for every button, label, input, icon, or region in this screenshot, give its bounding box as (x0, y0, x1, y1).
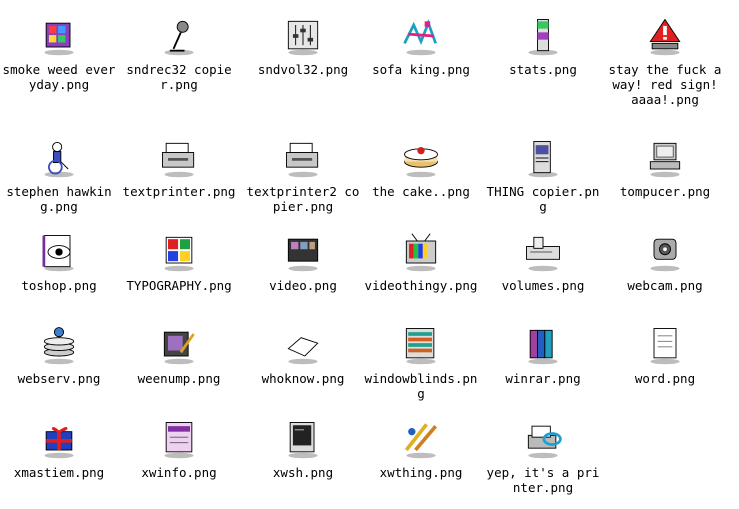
info-window-icon (164, 422, 194, 459)
file-label: windowblinds.png (364, 371, 478, 401)
red-warning-sign-icon (649, 18, 681, 56)
file-item[interactable]: videothingy.png (362, 230, 480, 293)
tv-icon (405, 233, 437, 272)
file-item[interactable]: sndrec32 copier.png (120, 14, 238, 92)
file-item[interactable]: TYPOGRAPHY.png (120, 230, 238, 293)
file-label: whoknow.png (261, 371, 345, 386)
file-label: tompucer.png (619, 184, 711, 199)
tower-device-icon (528, 141, 558, 178)
file-item[interactable]: webserv.png (0, 323, 118, 386)
server-stack-icon (43, 327, 75, 365)
file-item[interactable]: xwinfo.png (120, 417, 238, 480)
drive-icon (526, 236, 560, 272)
file-label: toshop.png (21, 278, 97, 293)
file-item[interactable]: weenump.png (120, 323, 238, 386)
window-blinds-icon (405, 328, 436, 365)
file-label: textprinter2 copier.png (246, 184, 360, 214)
gift-icon (44, 427, 74, 459)
file-item[interactable]: smoke weed everyday.png (0, 14, 118, 92)
file-label: webserv.png (17, 371, 101, 386)
file-item[interactable]: xmastiem.png (0, 417, 118, 480)
file-item[interactable]: toshop.png (0, 230, 118, 293)
microphone-icon (164, 20, 194, 56)
cake-icon (404, 147, 438, 178)
file-label: sndrec32 copier.png (126, 62, 232, 92)
file-label: sofa king.png (372, 62, 470, 77)
file-label: smoke weed everyday.png (2, 62, 116, 92)
file-label: yep, it's a printer.png (486, 465, 600, 495)
file-item[interactable]: tompucer.png (606, 136, 724, 199)
file-label: stay the fuck away! red sign! aaaa!.png (608, 62, 722, 107)
file-item[interactable]: video.png (244, 230, 362, 293)
graffiti-icon (403, 19, 437, 56)
paper-sheet-icon (287, 337, 319, 365)
file-item[interactable]: sndvol32.png (244, 14, 362, 77)
file-item[interactable]: xwsh.png (244, 417, 362, 480)
file-item[interactable]: word.png (606, 323, 724, 386)
file-item[interactable]: windowblinds.png (362, 323, 480, 401)
file-label: the cake..png (372, 184, 470, 199)
file-label: webcam.png (627, 278, 703, 293)
file-item[interactable]: winrar.png (484, 323, 602, 386)
volume-slider-icon (287, 20, 319, 56)
player-icon (163, 331, 195, 365)
colorful-cube-icon (44, 22, 74, 56)
file-item[interactable]: THING copier.png (484, 136, 602, 214)
file-item[interactable]: xwthing.png (362, 417, 480, 480)
computer-icon (649, 142, 681, 178)
document-icon (650, 328, 680, 365)
file-label: volumes.png (501, 278, 585, 293)
file-label: xmastiem.png (13, 465, 105, 480)
terminal-icon (288, 422, 318, 459)
file-item[interactable]: textprinter.png (120, 136, 238, 199)
file-item[interactable]: textprinter2 copier.png (244, 136, 362, 214)
file-item[interactable]: volumes.png (484, 230, 602, 293)
color-grid-icon (164, 236, 194, 272)
fancy-printer-icon (527, 425, 562, 459)
file-label: xwinfo.png (141, 465, 217, 480)
file-label: textprinter.png (122, 184, 236, 199)
file-label: videothingy.png (364, 278, 478, 293)
file-label: stats.png (509, 62, 577, 77)
file-item[interactable]: sofa king.png (362, 14, 480, 77)
file-item[interactable]: webcam.png (606, 230, 724, 293)
file-item[interactable]: stay the fuck away! red sign! aaaa!.png (606, 14, 724, 107)
file-label: xwsh.png (272, 465, 334, 480)
webcam-icon (650, 238, 680, 272)
file-item[interactable]: stephen hawking.png (0, 136, 118, 214)
file-label: winrar.png (505, 371, 581, 386)
eye-icon (42, 235, 74, 272)
xw-thing-icon (404, 423, 438, 459)
file-label: xwthing.png (379, 465, 463, 480)
file-item[interactable]: stats.png (484, 14, 602, 77)
stats-bar-icon (528, 19, 558, 56)
file-label: sndvol32.png (257, 62, 349, 77)
file-label: stephen hawking.png (6, 184, 112, 214)
file-label: word.png (634, 371, 696, 386)
file-item[interactable]: yep, it's a printer.png (484, 417, 602, 495)
printer-icon (286, 142, 319, 178)
file-item[interactable]: the cake..png (362, 136, 480, 199)
film-strip-icon (287, 238, 319, 272)
file-label: video.png (269, 278, 337, 293)
file-item[interactable]: whoknow.png (244, 323, 362, 386)
books-icon (528, 329, 558, 365)
file-label: TYPOGRAPHY.png (126, 278, 232, 293)
file-label: THING copier.png (486, 184, 600, 214)
file-label: weenump.png (137, 371, 221, 386)
wheelchair-icon (44, 141, 74, 178)
printer-icon (162, 142, 195, 178)
